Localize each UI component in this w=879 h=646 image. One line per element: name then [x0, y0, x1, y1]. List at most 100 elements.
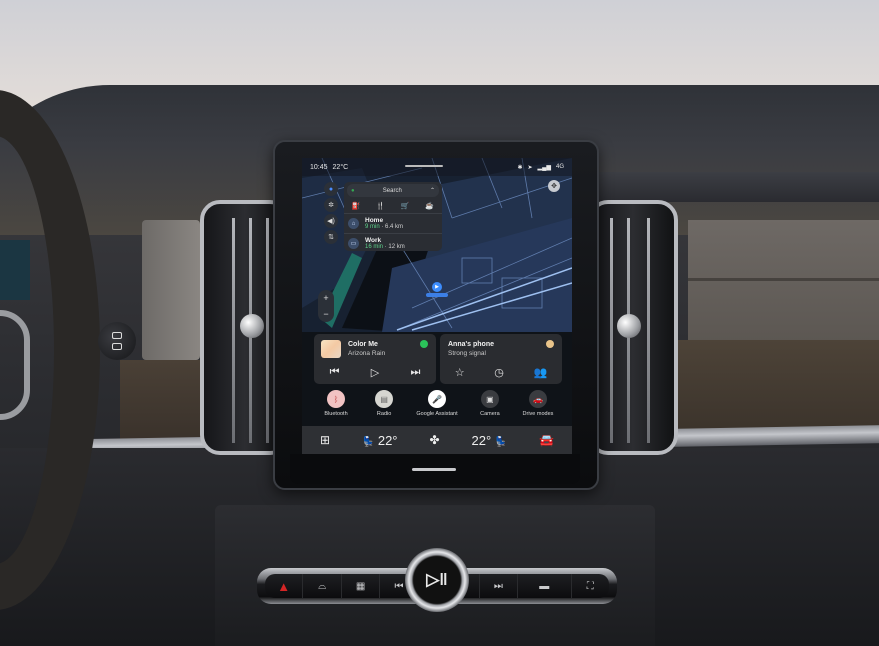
zoom-controls: + − [318, 290, 334, 322]
app-label: Bluetooth [324, 411, 348, 417]
navigation-arrow-icon: ▶ [435, 284, 439, 290]
app-label: Drive modes [522, 411, 554, 417]
passenger-temperature: 22° [471, 432, 492, 448]
driver-climate[interactable]: 💺 22° [362, 433, 397, 448]
destination-work[interactable]: ▭ Work 16 min · 12 km [344, 233, 442, 251]
home-indicator[interactable] [412, 468, 456, 471]
clock: 10:45 [310, 163, 328, 171]
app-drive-modes[interactable]: 🚗 Drive modes [514, 390, 562, 422]
climate-bar: ⊞ 💺 22° ✤ 22° 💺 🚘 [302, 426, 572, 454]
gas-station-icon[interactable]: ⛽ [352, 202, 361, 210]
app-shortcuts: ᛒ Bluetooth ▤ Radio 🎤 Google Assistant ▣… [302, 390, 572, 422]
phone-call-icon [546, 340, 554, 348]
search-input[interactable]: ● Search ⌃ [347, 184, 439, 197]
destination-distance: 6.4 km [385, 224, 404, 230]
app-bluetooth[interactable]: ᛒ Bluetooth [312, 390, 360, 422]
destination-name: Work [365, 237, 382, 244]
contacts-button[interactable]: 👥 [533, 366, 547, 379]
front-defrost-button[interactable]: ⌓ [303, 574, 342, 598]
restaurant-icon[interactable]: 🍴 [376, 202, 385, 210]
play-pause-volume-knob[interactable]: ▷‖ [405, 548, 469, 612]
home-icon: ⌂ [348, 218, 359, 229]
app-camera[interactable]: ▣ Camera [466, 390, 514, 422]
map-view-button[interactable]: ✥ [548, 180, 560, 192]
search-panel: ● Search ⌃ ⛽ 🍴 🛒 ☕ ⌂ Home 9 min · 6.4 km… [344, 182, 442, 251]
chevron-up-icon[interactable]: ⌃ [430, 187, 435, 194]
bluetooth-icon: ✱ [517, 164, 523, 171]
media-card[interactable]: Color Me Arizona Rain ⏮ ▷ ⏭ [314, 334, 436, 384]
microphone-icon: 🎤 [428, 390, 446, 408]
compass-icon: ✥ [551, 183, 557, 190]
album-art [321, 340, 341, 358]
notification-handle[interactable] [405, 165, 443, 167]
favorites-button[interactable]: ☆ [455, 366, 465, 379]
zoom-in-button[interactable]: + [323, 293, 328, 303]
app-google-assistant[interactable]: 🎤 Google Assistant [408, 390, 466, 422]
destination-eta: 16 min [365, 244, 384, 250]
spotify-icon [420, 340, 428, 348]
vent-adjuster-right[interactable] [617, 314, 641, 338]
phone-card[interactable]: Anna's phone Strong signal ☆ ◷ 👥 [440, 334, 562, 384]
location-label [426, 293, 448, 297]
location-icon: ➤ [527, 164, 533, 171]
app-launcher-button[interactable]: ⊞ [320, 433, 330, 447]
coffee-icon[interactable]: ☕ [425, 202, 434, 210]
car-icon: 🚗 [528, 390, 547, 408]
wood-trim-right [660, 340, 879, 435]
previous-track-button[interactable]: ⏮ [330, 366, 340, 379]
air-vent-right[interactable] [588, 200, 678, 455]
app-label: Camera [480, 411, 500, 417]
destination-home[interactable]: ⌂ Home 9 min · 6.4 km [344, 213, 442, 233]
microphone-icon: ● [328, 185, 334, 193]
next-track-physical-button[interactable]: ⏭ [480, 574, 519, 598]
app-radio[interactable]: ▤ Radio [360, 390, 408, 422]
infotainment-screen: 10:45 22°C ✱ ➤ ▂▄▆ 4G ● ✲ ◀) ⇅ ✥ ● Searc… [302, 158, 572, 454]
outside-temperature: 22°C [332, 163, 349, 171]
trunk-button[interactable]: ⛶ [572, 574, 609, 598]
track-title: Color Me [348, 341, 378, 348]
destination-name: Home [365, 217, 384, 224]
fabric-panel-right [688, 220, 879, 355]
phone-status: Strong signal [448, 350, 486, 357]
car-settings-button[interactable]: 🚘 [539, 433, 554, 447]
route-options-button[interactable]: ⇅ [324, 230, 338, 244]
app-label: Radio [376, 411, 392, 417]
app-label: Google Assistant [416, 411, 458, 417]
headlight-knob[interactable] [98, 322, 136, 360]
destination-distance: 12 km [388, 244, 405, 250]
steering-wheel-spoke [0, 310, 30, 420]
sound-button[interactable]: ◀) [324, 214, 338, 228]
current-location-marker: ▶ [432, 282, 442, 292]
dashboard-ridge [560, 172, 879, 202]
fan-button[interactable]: ✤ [430, 433, 440, 447]
next-track-button[interactable]: ⏭ [410, 366, 420, 379]
shopping-cart-icon[interactable]: 🛒 [401, 202, 410, 210]
driver-temperature: 22° [377, 432, 398, 448]
play-pause-icon: ▷‖ [426, 570, 448, 589]
voice-button[interactable]: ● [324, 182, 338, 196]
status-bar: 10:45 22°C ✱ ➤ ▂▄▆ 4G [302, 158, 572, 176]
recents-button[interactable]: ◷ [494, 366, 504, 379]
zoom-out-button[interactable]: − [323, 309, 328, 319]
vent-adjuster-left[interactable] [240, 314, 264, 338]
network-type: 4G [555, 164, 564, 170]
seat-icon: 💺 [494, 436, 508, 448]
hazard-button[interactable]: ▲ [265, 574, 304, 598]
gear-icon: ✲ [328, 202, 334, 209]
play-button[interactable]: ▷ [371, 366, 379, 379]
blank-button[interactable]: ▬ [518, 574, 572, 598]
passenger-climate[interactable]: 22° 💺 [472, 433, 507, 448]
phone-name: Anna's phone [448, 341, 494, 348]
volume-icon: ◀) [327, 218, 335, 225]
route-options-icon: ⇅ [328, 234, 334, 241]
radio-icon: ▤ [375, 390, 394, 408]
track-artist: Arizona Rain [348, 350, 386, 357]
map-settings-button[interactable]: ✲ [324, 198, 338, 212]
category-row: ⛽ 🍴 🛒 ☕ [344, 199, 442, 213]
signal-icon: ▂▄▆ [537, 164, 551, 171]
bluetooth-icon: ᛒ [327, 390, 346, 408]
navigation-map[interactable]: 10:45 22°C ✱ ➤ ▂▄▆ 4G ● ✲ ◀) ⇅ ✥ ● Searc… [302, 158, 572, 332]
destination-eta: 9 min [365, 224, 380, 230]
rear-defrost-button[interactable]: ▦ [342, 574, 381, 598]
search-placeholder: Search [382, 187, 402, 194]
